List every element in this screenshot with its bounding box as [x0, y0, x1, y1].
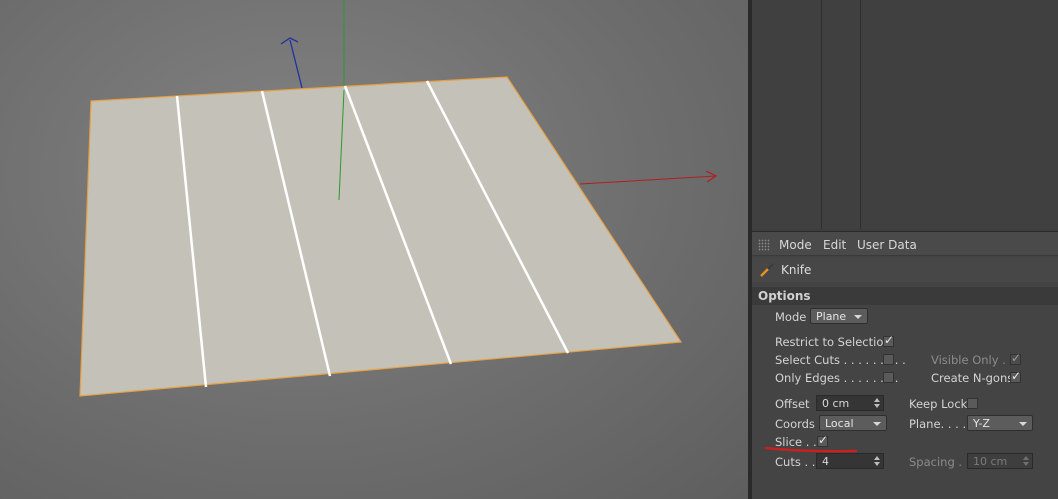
only-edges-checkbox[interactable]: [883, 372, 894, 383]
x-axis: [579, 175, 717, 185]
options-section-header[interactable]: Options: [752, 287, 1058, 305]
options-title: Options: [758, 289, 811, 303]
visible-only-label: Visible Only . .: [931, 353, 1014, 367]
restrict-to-selection-label: Restrict to Selection: [775, 335, 891, 349]
tool-name: Knife: [781, 263, 812, 277]
spacing-field[interactable]: 10 cm: [967, 453, 1033, 469]
coords-dropdown[interactable]: Local: [819, 415, 887, 431]
attribute-manager: Mode Edit User Data Knife Options Mode P…: [752, 231, 1058, 499]
plane-label: Plane. . . . .: [909, 417, 974, 431]
chevron-down-icon: [873, 422, 881, 426]
z-axis: [289, 39, 303, 89]
plane-value: Y-Z: [973, 417, 990, 430]
offset-value: 0 cm: [822, 397, 850, 410]
om-column-divider: [860, 0, 861, 229]
select-cuts-checkbox[interactable]: [883, 354, 894, 365]
keep-lock-checkbox[interactable]: [967, 398, 978, 409]
tool-header: Knife: [752, 258, 1058, 282]
only-edges-label: Only Edges . . . . . . . .: [775, 371, 899, 385]
viewport-scene: [79, 0, 718, 397]
menu-edit[interactable]: Edit: [823, 238, 846, 252]
attribute-menubar: Mode Edit User Data: [752, 232, 1058, 256]
chevron-down-icon: [1019, 422, 1027, 426]
offset-label: Offset: [775, 397, 810, 411]
stepper-icon[interactable]: [1023, 456, 1029, 466]
3d-viewport[interactable]: [0, 0, 748, 499]
plane-object[interactable]: [79, 76, 683, 397]
offset-field[interactable]: 0 cm: [816, 395, 884, 411]
coords-label: Coords: [775, 417, 815, 431]
menu-user-data[interactable]: User Data: [857, 238, 917, 252]
cuts-value: 4: [822, 455, 829, 468]
mode-value: Plane: [816, 310, 847, 323]
plane-dropdown[interactable]: Y-Z: [967, 415, 1033, 431]
menu-mode[interactable]: Mode: [779, 238, 812, 252]
stepper-icon[interactable]: [874, 456, 880, 466]
cuts-field[interactable]: 4: [816, 453, 884, 469]
mode-label: Mode: [775, 310, 807, 324]
visible-only-checkbox[interactable]: [1010, 351, 1021, 365]
mode-dropdown[interactable]: Plane: [810, 308, 868, 324]
om-column-divider: [821, 0, 822, 229]
stepper-icon[interactable]: [874, 398, 880, 408]
coords-value: Local: [825, 417, 854, 430]
chevron-down-icon: [854, 315, 862, 319]
object-manager: [752, 0, 1058, 229]
z-axis-arrowhead: [280, 37, 299, 45]
create-ngons-checkbox[interactable]: [1010, 369, 1021, 383]
spacing-value: 10 cm: [973, 455, 1008, 468]
knife-icon: [760, 263, 774, 277]
restrict-to-selection-checkbox[interactable]: [883, 333, 894, 347]
grip-icon[interactable]: [758, 239, 770, 251]
keep-lock-label: Keep Lock: [909, 397, 968, 411]
create-ngons-label: Create N-gons: [931, 371, 1014, 385]
